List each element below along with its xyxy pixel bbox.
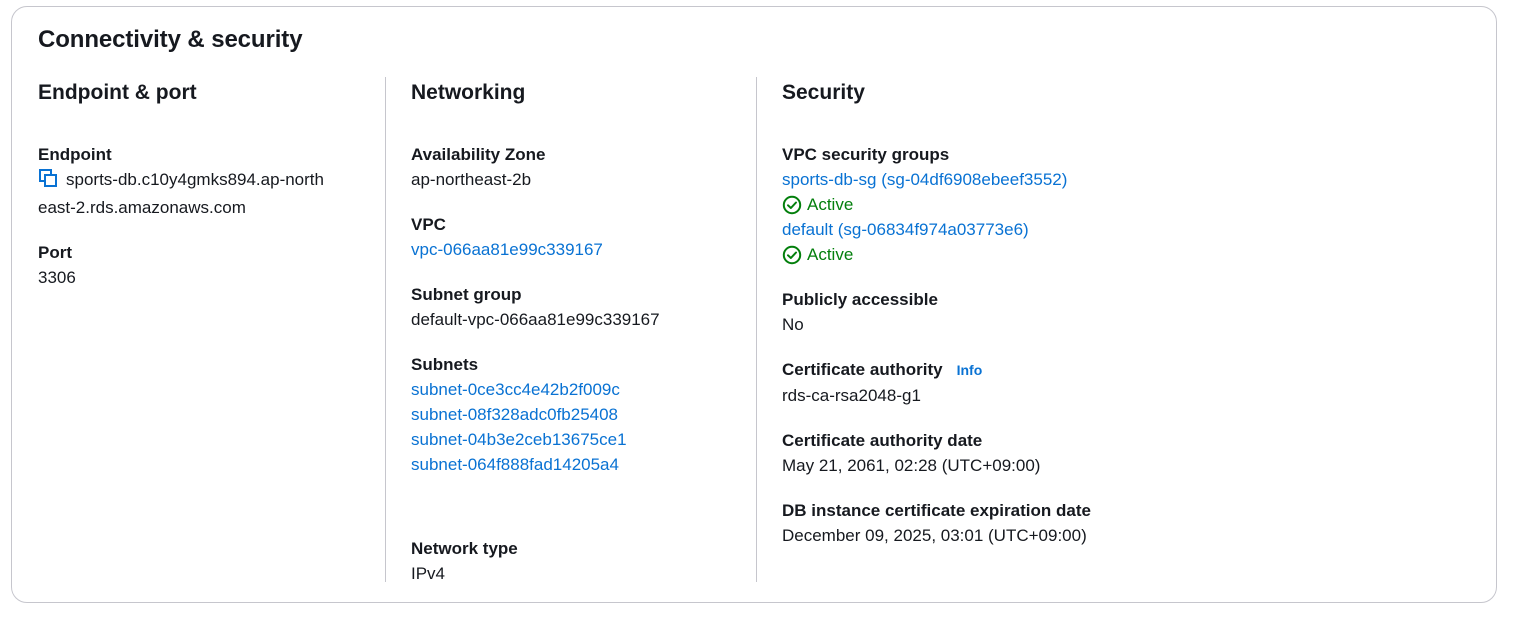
security-group-link[interactable]: default (sg-06834f974a03773e6) xyxy=(782,217,1456,242)
availability-zone-label: Availability Zone xyxy=(411,145,546,164)
network-type-field: Network type IPv4 xyxy=(411,536,518,586)
security-group-link[interactable]: sports-db-sg (sg-04df6908ebeef3552) xyxy=(782,167,1456,192)
subnets-label: Subnets xyxy=(411,355,479,374)
subnets-field: Subnets subnet-0ce3cc4e42b2f009c subnet-… xyxy=(411,352,757,477)
subnet-group-label: Subnet group xyxy=(411,285,522,304)
endpoint-field: Endpoint sports-db.c10y4gmks894.ap-north… xyxy=(38,142,368,220)
certificate-expiration-label: DB instance certificate expiration date xyxy=(782,501,1091,520)
vpc-security-groups-field: VPC security groups sports-db-sg (sg-04d… xyxy=(782,142,1456,267)
availability-zone-field: Availability Zone ap-northeast-2b xyxy=(411,142,757,192)
certificate-authority-date-label: Certificate authority date xyxy=(782,431,983,450)
endpoint-label: Endpoint xyxy=(38,145,112,164)
publicly-accessible-label: Publicly accessible xyxy=(782,290,938,309)
endpoint-port-column: Endpoint & port Endpoint sports-db.c10y4… xyxy=(38,77,368,582)
certificate-authority-label-row: Certificate authority Info xyxy=(782,357,1456,383)
vpc-security-groups-label: VPC security groups xyxy=(782,145,950,164)
networking-title: Networking xyxy=(411,81,526,104)
certificate-authority-field: Certificate authority Info rds-ca-rsa2048… xyxy=(782,357,1456,408)
status-text: Active xyxy=(807,195,854,214)
status-text: Active xyxy=(807,245,854,264)
endpoint-value: sports-db.c10y4gmks894.ap-north xyxy=(38,167,368,195)
certificate-authority-value: rds-ca-rsa2048-g1 xyxy=(782,386,921,405)
security-column: Security VPC security groups sports-db-s… xyxy=(756,77,1456,582)
publicly-accessible-field: Publicly accessible No xyxy=(782,287,1456,337)
security-group-status: Active xyxy=(782,242,1456,267)
check-circle-icon xyxy=(782,195,802,214)
port-value: 3306 xyxy=(38,268,76,287)
port-field: Port 3306 xyxy=(38,240,368,290)
certificate-expiration-value: December 09, 2025, 03:01 (UTC+09:00) xyxy=(782,526,1087,545)
subnet-link[interactable]: subnet-0ce3cc4e42b2f009c xyxy=(411,377,757,402)
vpc-field: VPC vpc-066aa81e99c339167 xyxy=(411,212,757,262)
port-label: Port xyxy=(38,243,72,262)
subnet-link[interactable]: subnet-08f328adc0fb25408 xyxy=(411,402,757,427)
networking-column: Networking Availability Zone ap-northeas… xyxy=(385,77,757,583)
endpoint-value-line2: east-2.rds.amazonaws.com xyxy=(38,198,246,217)
vpc-link[interactable]: vpc-066aa81e99c339167 xyxy=(411,237,757,262)
network-type-label: Network type xyxy=(411,539,518,558)
check-circle-icon xyxy=(782,245,802,264)
connectivity-security-panel: Connectivity & security Endpoint & port … xyxy=(11,6,1497,603)
certificate-authority-date-value: May 21, 2061, 02:28 (UTC+09:00) xyxy=(782,456,1041,475)
endpoint-value-line1: sports-db.c10y4gmks894.ap-north xyxy=(66,170,324,189)
availability-zone-value: ap-northeast-2b xyxy=(411,170,532,189)
network-type-value: IPv4 xyxy=(411,564,446,583)
subnet-link[interactable]: subnet-04b3e2ceb13675ce1 xyxy=(411,427,757,452)
certificate-expiration-field: DB instance certificate expiration date … xyxy=(782,498,1456,548)
info-link[interactable]: Info xyxy=(957,362,983,378)
subnet-group-value: default-vpc-066aa81e99c339167 xyxy=(411,310,660,329)
panel-title: Connectivity & security xyxy=(38,26,303,53)
subnet-group-field: Subnet group default-vpc-066aa81e99c3391… xyxy=(411,282,757,332)
vpc-label: VPC xyxy=(411,215,446,234)
certificate-authority-date-field: Certificate authority date May 21, 2061,… xyxy=(782,428,1456,478)
certificate-authority-label: Certificate authority xyxy=(782,360,943,379)
security-title: Security xyxy=(782,81,865,104)
publicly-accessible-value: No xyxy=(782,315,804,334)
security-group-status: Active xyxy=(782,192,1456,217)
copy-icon[interactable] xyxy=(38,168,58,195)
subnet-link[interactable]: subnet-064f888fad14205a4 xyxy=(411,452,757,477)
endpoint-port-title: Endpoint & port xyxy=(38,81,197,104)
